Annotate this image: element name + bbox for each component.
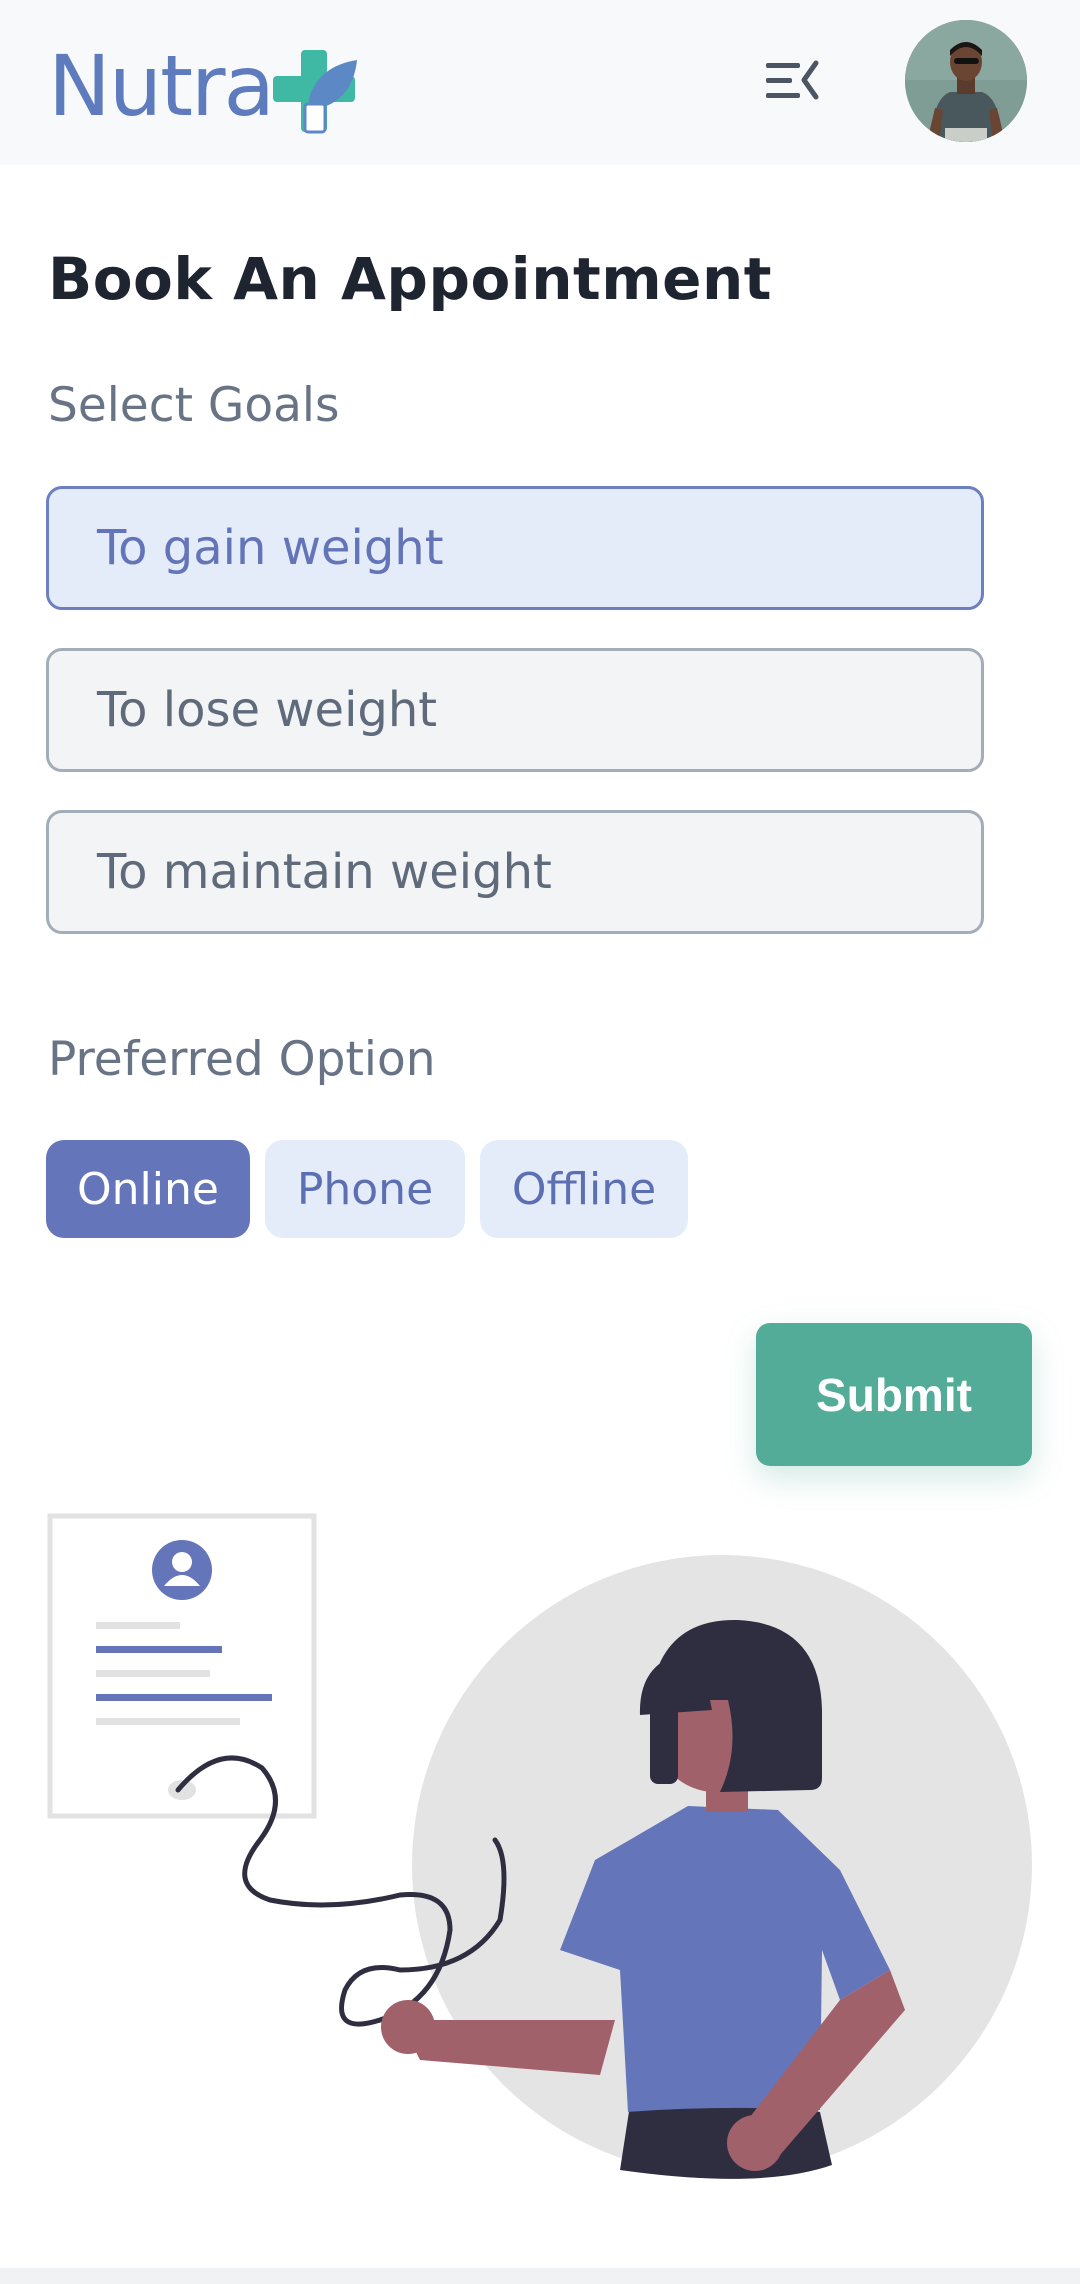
option-label: Phone <box>296 1163 434 1215</box>
user-avatar[interactable] <box>905 20 1027 142</box>
goal-option-label: To gain weight <box>97 520 444 576</box>
goal-option-label: To lose weight <box>97 682 438 738</box>
goal-option-maintain-weight[interactable]: To maintain weight <box>46 810 984 934</box>
goal-option-lose-weight[interactable]: To lose weight <box>46 648 984 772</box>
document-card-illustration <box>47 1513 317 1819</box>
preferred-option-label: Preferred Option <box>48 1032 436 1087</box>
bottom-bar <box>0 2268 1080 2284</box>
goal-option-gain-weight[interactable]: To gain weight <box>46 486 984 610</box>
nutra-logo[interactable]: Nutra <box>48 28 359 135</box>
option-online-button[interactable]: Online <box>46 1140 250 1238</box>
goal-option-label: To maintain weight <box>97 844 552 900</box>
menu-collapse-icon <box>766 60 819 100</box>
submit-label: Submit <box>816 1368 972 1421</box>
option-label: Online <box>77 1163 219 1215</box>
app-header: Nutra <box>0 0 1080 165</box>
submit-button[interactable]: Submit <box>756 1323 1032 1466</box>
page-title: Book An Appointment <box>48 245 772 313</box>
option-offline-button[interactable]: Offline <box>480 1140 688 1238</box>
select-goals-label: Select Goals <box>48 378 340 433</box>
menu-toggle-button[interactable] <box>760 55 822 105</box>
option-phone-button[interactable]: Phone <box>265 1140 465 1238</box>
appointment-illustration <box>47 1513 1032 2179</box>
logo-text: Nutra <box>48 37 275 135</box>
option-label: Offline <box>511 1163 657 1215</box>
logo-mark-icon <box>273 50 358 134</box>
user-avatar-image <box>905 20 1027 142</box>
